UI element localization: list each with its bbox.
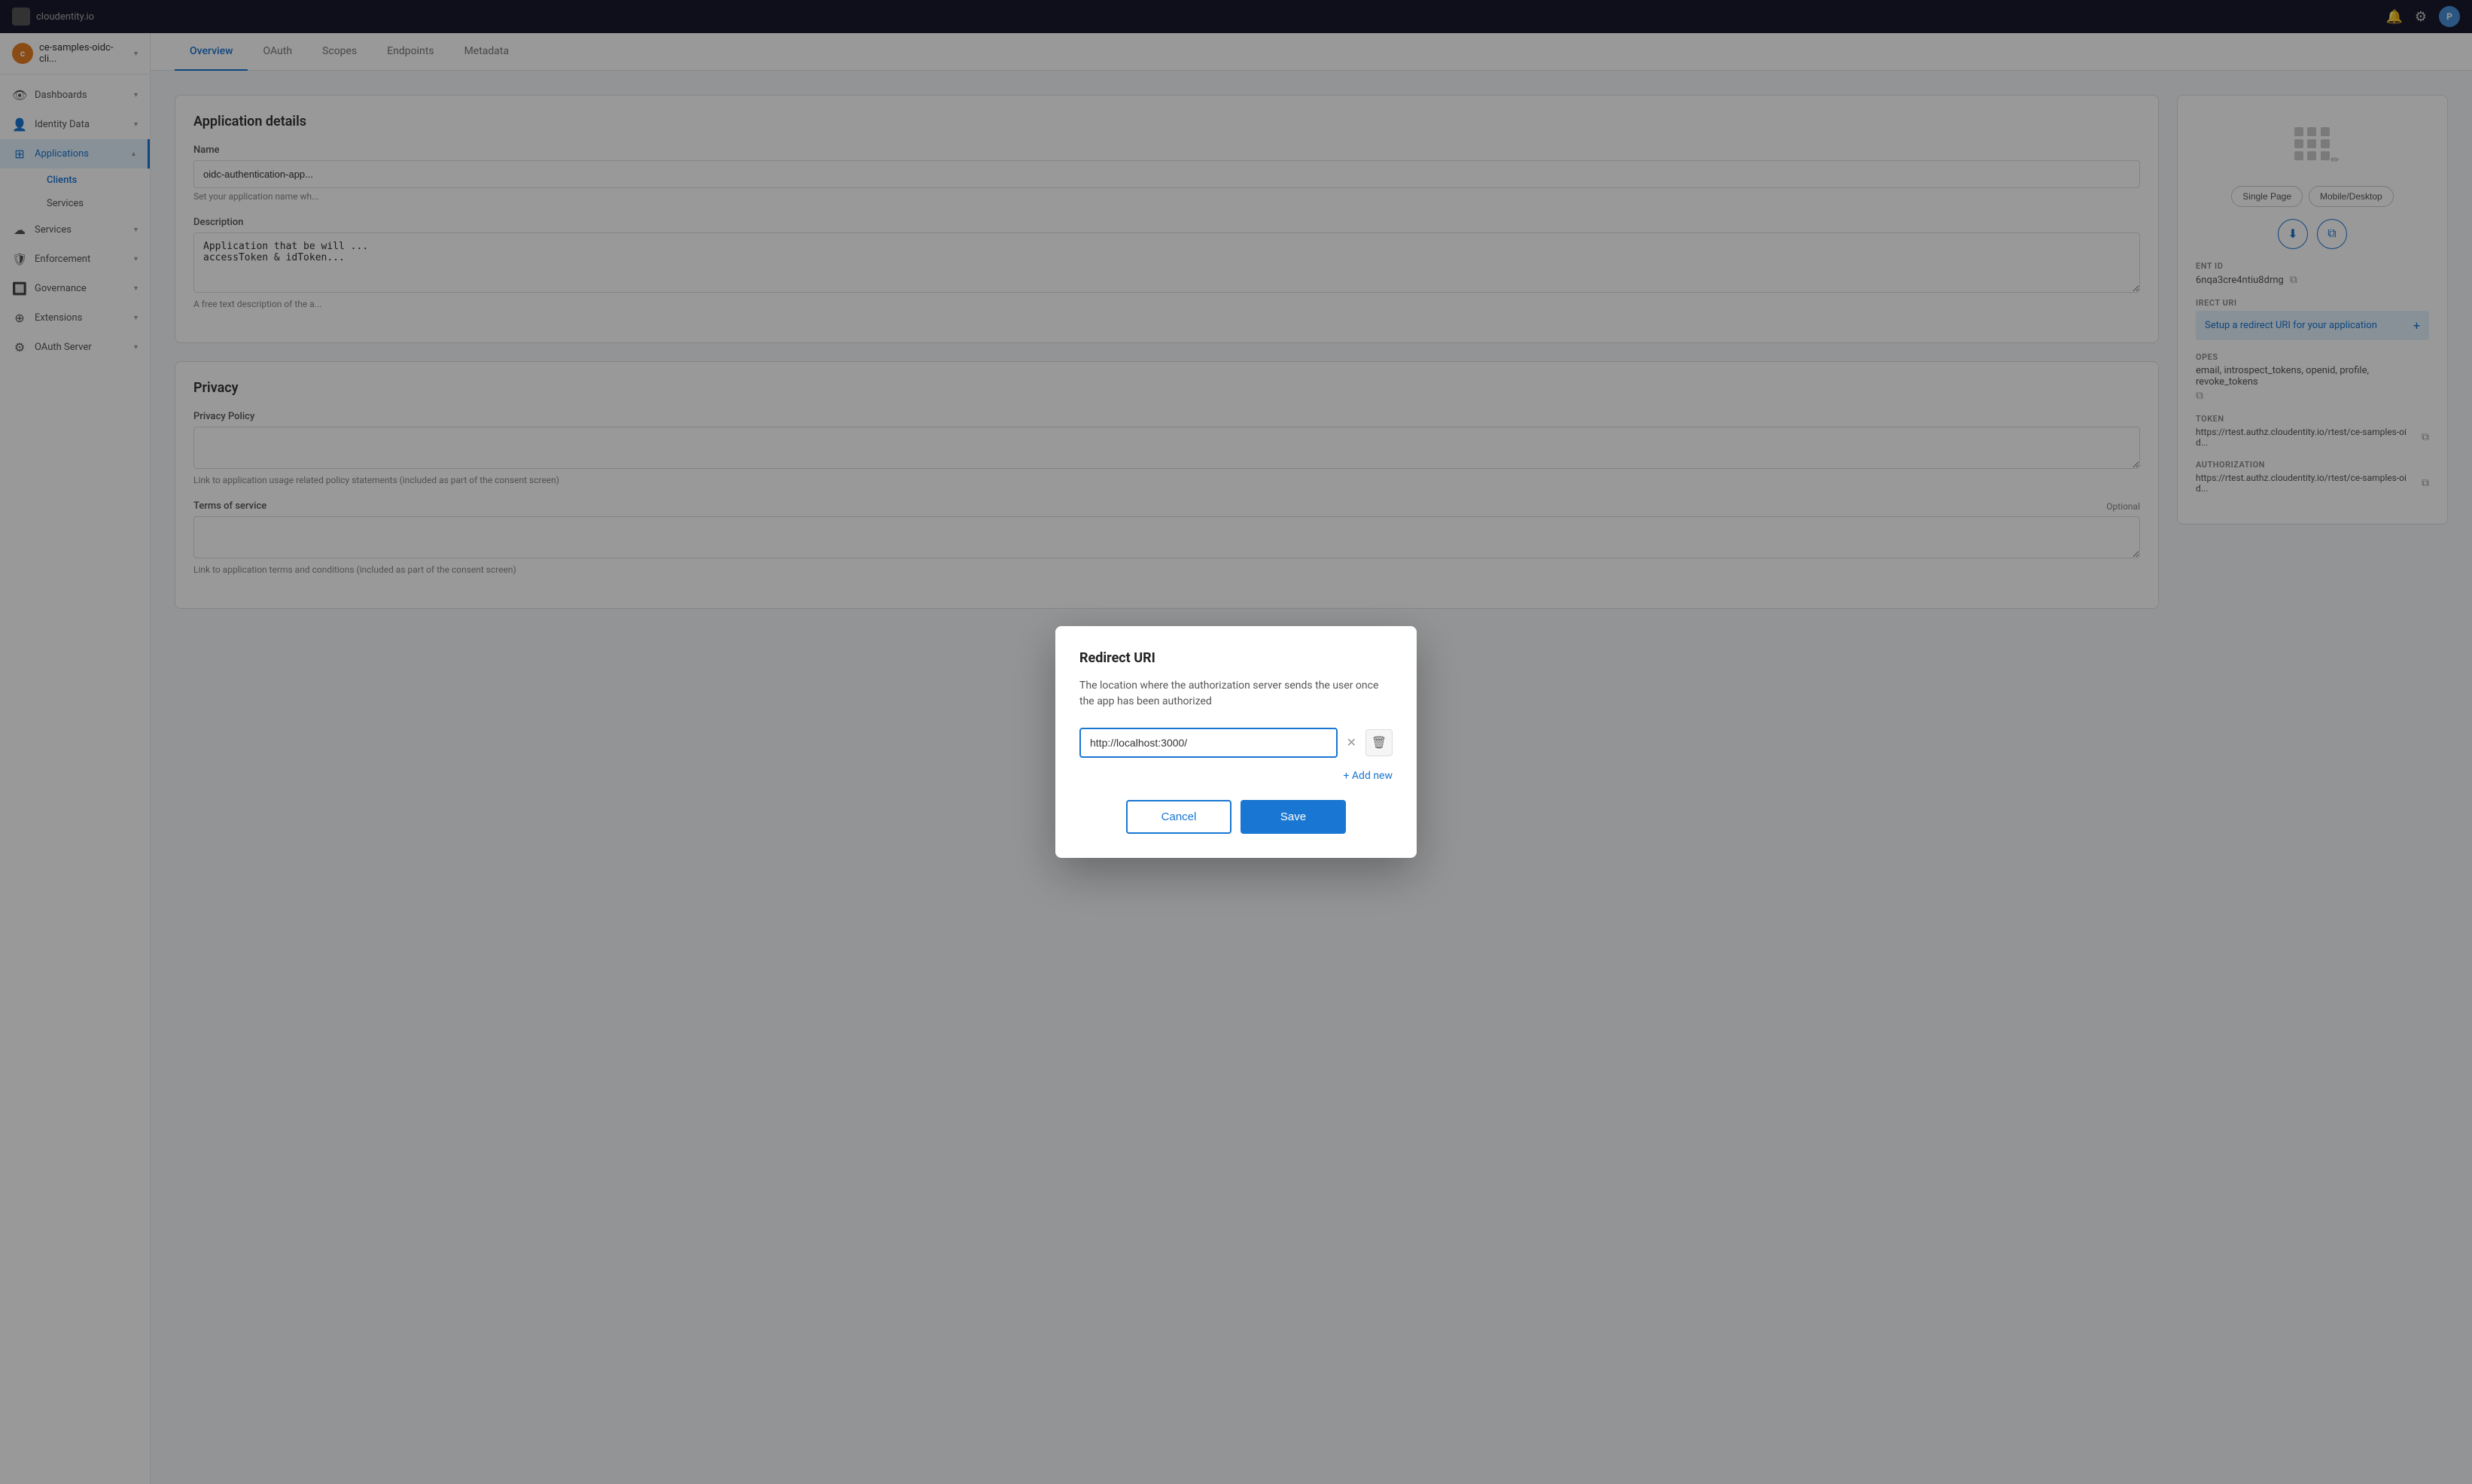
redirect-uri-input[interactable] [1079, 728, 1338, 758]
save-button[interactable]: Save [1241, 800, 1346, 834]
modal-footer: Cancel Save [1079, 800, 1393, 834]
delete-uri-button[interactable]: 🗑 [1365, 729, 1393, 756]
modal-description: The location where the authorization ser… [1079, 678, 1393, 710]
cancel-button[interactable]: Cancel [1126, 800, 1231, 834]
redirect-uri-modal: Redirect URI The location where the auth… [1055, 626, 1417, 858]
modal-input-row: ✕ 🗑 [1079, 728, 1393, 758]
modal-title: Redirect URI [1079, 650, 1393, 666]
modal-overlay[interactable]: Redirect URI The location where the auth… [0, 0, 2472, 1484]
clear-input-button[interactable]: ✕ [1344, 735, 1359, 750]
add-new-link[interactable]: + Add new [1079, 770, 1393, 782]
